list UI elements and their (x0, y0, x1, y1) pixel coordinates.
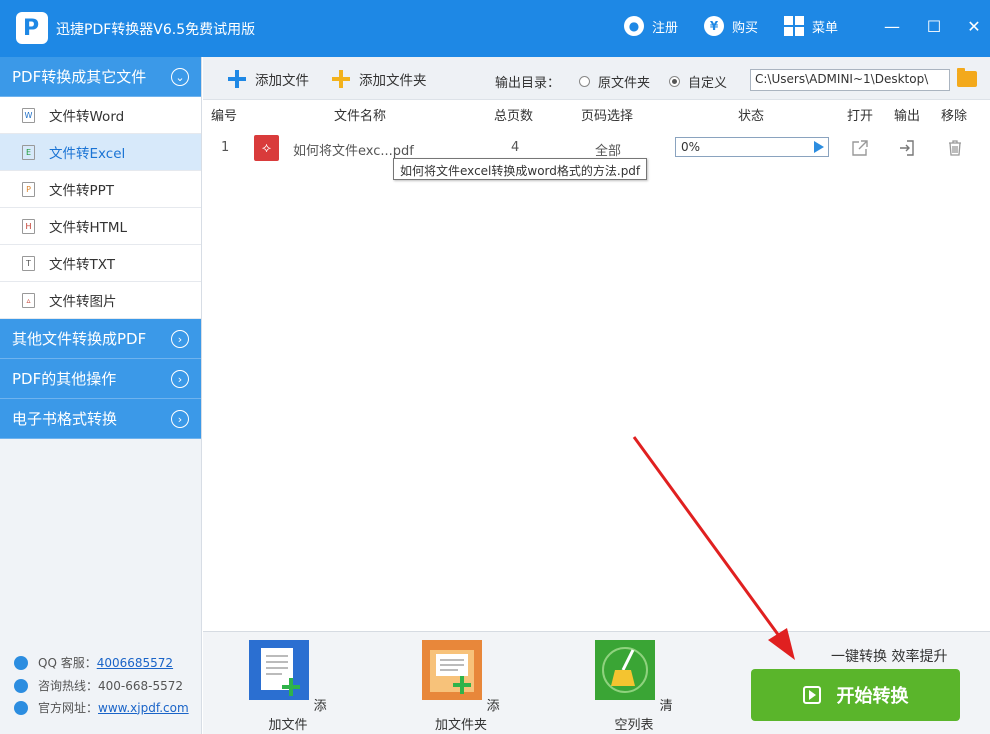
title-bar: P 迅捷PDF转换器V6.5免费试用版 ● 注册 ¥ 购买 菜单 — ☐ ✕ (0, 0, 990, 57)
bottom-action-bar: 添加文件 添加文件夹 清空列表 一键转换 效率提升 开始转换 (203, 631, 990, 734)
col-status: 状态 (738, 109, 765, 124)
sidebar-section-pdf-other-ops[interactable]: PDF的其他操作 › (0, 359, 201, 399)
sidebar-section-other-to-pdf[interactable]: 其他文件转换成PDF › (0, 319, 201, 359)
qq-icon (14, 655, 28, 670)
col-output: 输出 (894, 109, 921, 124)
sidebar-item-html[interactable]: H 文件转HTML (0, 208, 201, 245)
buy-button[interactable]: ¥ 购买 (704, 15, 758, 37)
maximize-button[interactable]: ☐ (922, 14, 946, 38)
progress-bar: 0% (675, 137, 829, 157)
sidebar-item-excel[interactable]: E 文件转Excel (0, 134, 201, 171)
user-icon: ● (624, 16, 644, 36)
chevron-right-icon: › (171, 330, 189, 348)
slogan-text: 一键转换 效率提升 (831, 649, 948, 665)
output-path-input[interactable]: C:\Users\ADMINI~1\Desktop\ (750, 69, 950, 91)
add-folder-button[interactable]: 添加文件夹 (331, 69, 427, 89)
site-link[interactable]: www.xjpdf.com (98, 701, 189, 715)
radio-selected-icon (669, 76, 680, 87)
folder-icon[interactable] (957, 68, 977, 87)
yen-icon: ¥ (704, 16, 724, 36)
folder-plus-icon (331, 69, 351, 89)
row-pages: 4 (511, 140, 520, 155)
col-index: 编号 (211, 109, 238, 124)
output-icon[interactable] (898, 139, 916, 157)
minimize-button[interactable]: — (880, 14, 904, 38)
chevron-right-icon: › (171, 410, 189, 428)
app-logo: P (16, 12, 48, 44)
bottom-add-file-button[interactable]: 添加文件 (248, 640, 328, 733)
add-file-button[interactable]: 添加文件 (227, 69, 309, 89)
sidebar-section-ebook[interactable]: 电子书格式转换 › (0, 399, 201, 439)
sidebar-item-image[interactable]: ▵ 文件转图片 (0, 282, 201, 319)
col-pages: 总页数 (494, 109, 534, 124)
sidebar-item-ppt[interactable]: P 文件转PPT (0, 171, 201, 208)
row-filename: 如何将文件exc...pdf (293, 144, 414, 159)
radio-original-folder[interactable]: 原文件夹 (579, 72, 650, 91)
add-file-icon (249, 640, 310, 700)
ppt-file-icon: P (22, 181, 35, 197)
menu-button[interactable]: 菜单 (784, 15, 838, 37)
image-file-icon: ▵ (22, 292, 35, 308)
html-file-icon: H (22, 218, 35, 234)
qq-link[interactable]: 4006685572 (97, 656, 173, 670)
file-table-header: 编号 文件名称 总页数 页码选择 状态 打开 输出 移除 (203, 100, 990, 124)
bottom-add-folder-button[interactable]: 添加文件夹 (421, 640, 501, 733)
toolbar: 添加文件 添加文件夹 输出目录： 原文件夹 自定义 C:\Users\ADMIN… (203, 57, 990, 100)
qq-support: QQ 客服： 4006685572 (14, 654, 199, 671)
sidebar-item-word[interactable]: W 文件转Word (0, 97, 201, 134)
broom-icon (595, 640, 656, 700)
arrow-shaft (632, 436, 784, 641)
radio-custom-folder[interactable]: 自定义 (669, 72, 727, 91)
app-title: 迅捷PDF转换器V6.5免费试用版 (56, 22, 256, 38)
grid-icon (784, 16, 804, 36)
output-dir-label: 输出目录： (495, 76, 561, 91)
close-button[interactable]: ✕ (962, 14, 986, 38)
hotline: 咨询热线： 400-668-5572 (14, 677, 199, 694)
row-index: 1 (221, 140, 230, 155)
add-folder-icon (422, 640, 483, 700)
col-filename: 文件名称 (334, 109, 387, 124)
official-site: 官方网址： www.xjpdf.com (14, 699, 199, 716)
plus-icon (227, 69, 247, 89)
open-external-icon[interactable] (851, 139, 869, 157)
filename-tooltip: 如何将文件excel转换成word格式的方法.pdf (393, 158, 648, 180)
radio-icon (579, 76, 590, 87)
row-page-select[interactable]: 全部 (595, 140, 621, 159)
col-open: 打开 (847, 109, 874, 124)
play-icon (802, 686, 821, 704)
trash-icon[interactable] (946, 139, 964, 157)
sidebar: PDF转换成其它文件 ⌄ W 文件转Word E 文件转Excel P 文件转P… (0, 57, 202, 734)
chevron-down-icon: ⌄ (171, 68, 189, 86)
chevron-right-icon: › (171, 370, 189, 388)
ie-icon (14, 700, 28, 715)
word-file-icon: W (22, 107, 35, 123)
col-page-select: 页码选择 (581, 109, 634, 124)
start-convert-button[interactable]: 开始转换 (751, 669, 960, 721)
txt-file-icon: T (22, 255, 35, 271)
clear-list-button[interactable]: 清空列表 (594, 640, 674, 733)
sidebar-section-pdf-to-other[interactable]: PDF转换成其它文件 ⌄ (0, 57, 201, 97)
user-icon (14, 678, 28, 693)
excel-file-icon: E (22, 144, 35, 160)
play-icon[interactable] (814, 141, 824, 153)
register-button[interactable]: ● 注册 (624, 15, 678, 37)
sidebar-item-txt[interactable]: T 文件转TXT (0, 245, 201, 282)
col-remove: 移除 (941, 109, 968, 124)
pdf-file-icon: ⟡ (254, 135, 279, 161)
